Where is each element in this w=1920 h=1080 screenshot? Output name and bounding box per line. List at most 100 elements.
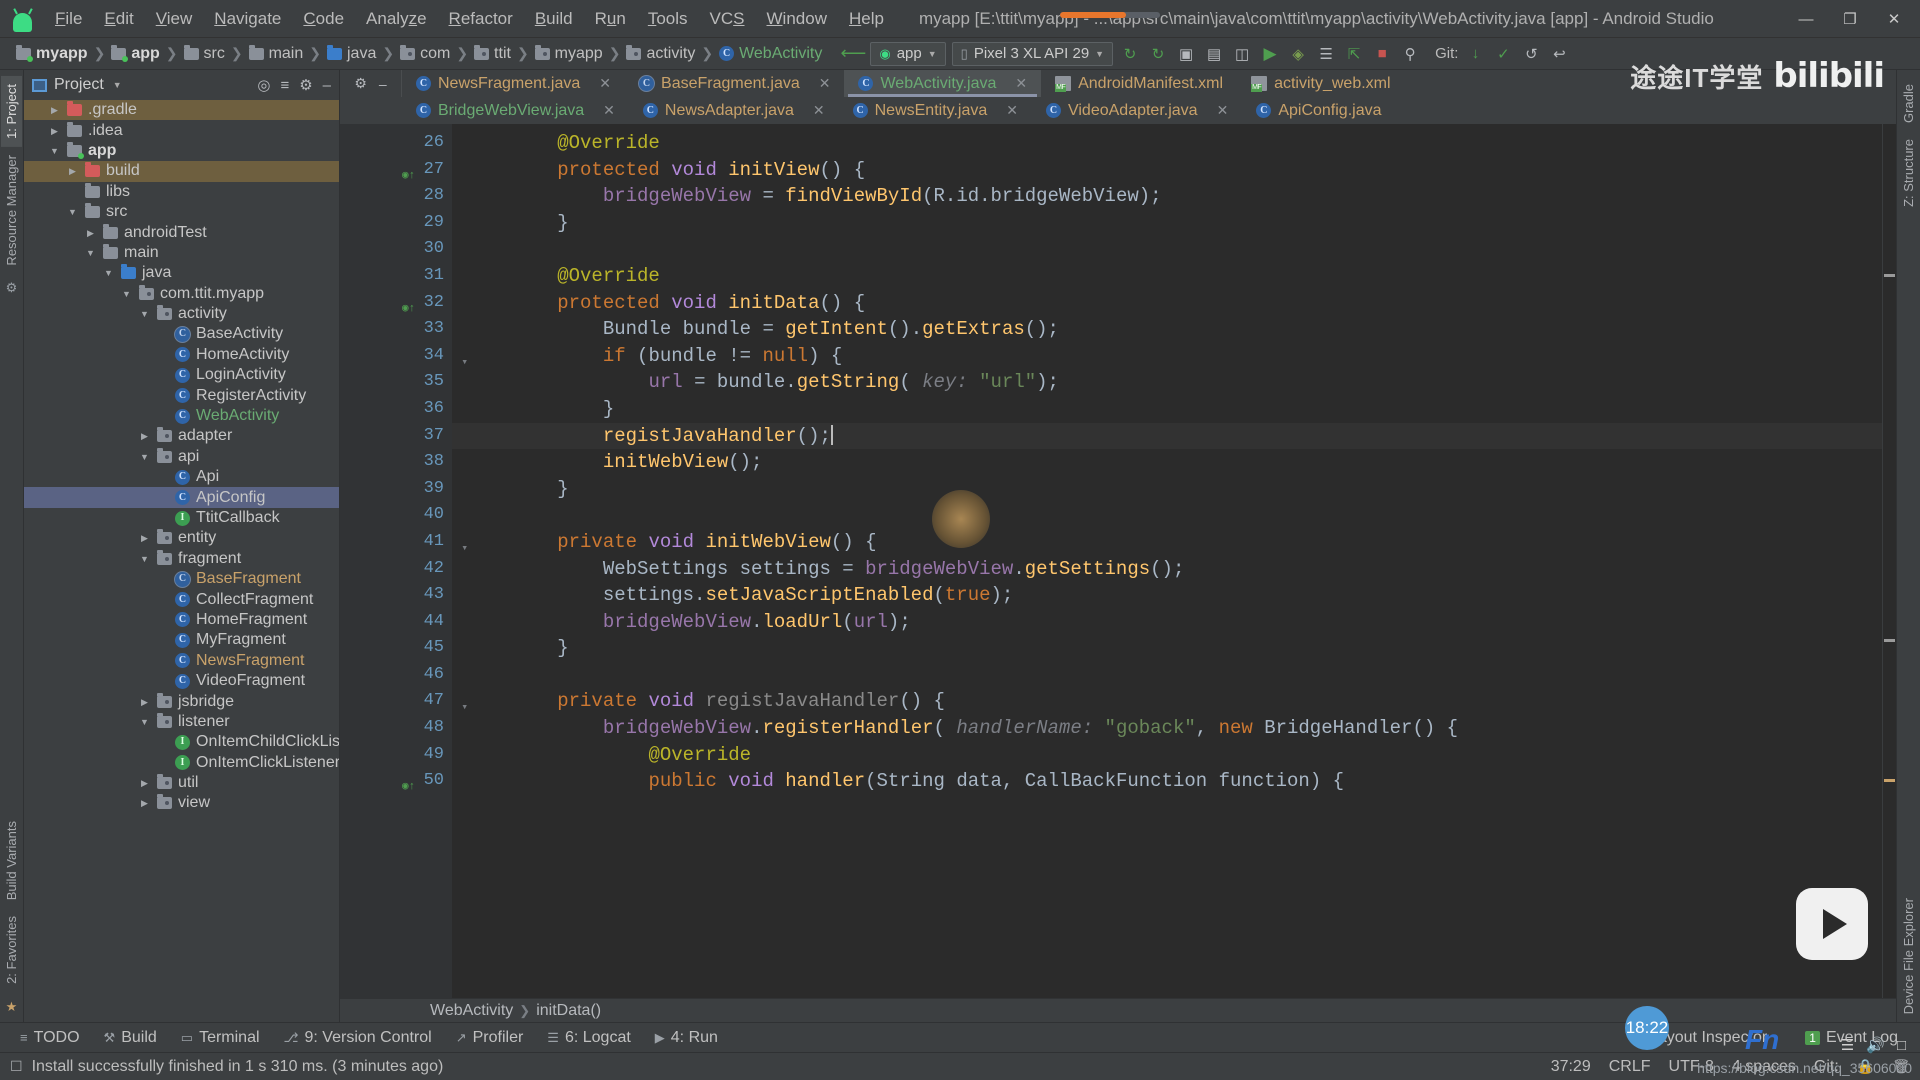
avd-manager-icon[interactable]: ▣ <box>1175 43 1197 65</box>
chevron-down-icon[interactable]: ▼ <box>120 284 133 304</box>
tree-node-myfragment[interactable]: C MyFragment <box>24 630 339 650</box>
close-tab-icon[interactable]: ✕ <box>813 102 825 119</box>
favorites-star-icon[interactable]: ★ <box>6 992 18 1022</box>
tree-node-onitemclicklistener[interactable]: I OnItemClickListener <box>24 753 339 773</box>
tree-node-videofragment[interactable]: C VideoFragment <box>24 671 339 691</box>
tree-node-build[interactable]: ▶ build <box>24 161 339 182</box>
code-line[interactable]: @Override <box>452 263 1882 290</box>
breadcrumb-item-app[interactable]: app <box>109 44 161 63</box>
code-line[interactable]: public void handler(String data, CallBac… <box>452 768 1882 795</box>
gutter-line[interactable]: 31 <box>340 263 452 290</box>
tree-node-java[interactable]: ▼ java <box>24 263 339 283</box>
gutter-line[interactable]: 39 <box>340 476 452 503</box>
code-line[interactable]: settings.setJavaScriptEnabled(true); <box>452 582 1882 609</box>
marker-item[interactable] <box>1884 639 1895 642</box>
code-line[interactable]: } <box>452 210 1882 237</box>
bottom-tab-4-run[interactable]: ▶ 4: Run <box>643 1026 730 1050</box>
chevron-right-icon[interactable]: ▶ <box>84 223 97 243</box>
gutter-line[interactable]: 29 <box>340 210 452 237</box>
code-line[interactable]: @Override <box>452 130 1882 157</box>
marker-item[interactable] <box>1884 274 1895 277</box>
chevron-down-icon[interactable]: ▼ <box>138 712 151 732</box>
tree-node-listener[interactable]: ▼ listener <box>24 712 339 732</box>
git-rollback-icon[interactable]: ↩ <box>1548 43 1570 65</box>
breadcrumb-item-myapp[interactable]: myapp <box>533 44 605 63</box>
code-line[interactable]: url = bundle.getString( key: "url"); <box>452 369 1882 396</box>
editor-tab-webactivity-java[interactable]: C WebActivity.java ✕ <box>844 70 1042 97</box>
menu-analyze[interactable]: Analyze <box>355 5 438 33</box>
gutter-line[interactable]: 42 <box>340 556 452 583</box>
editor-tab-androidmanifest-xml[interactable]: AndroidManifest.xml <box>1041 70 1237 97</box>
editor-settings-icon[interactable]: ⚙ <box>354 75 367 92</box>
gutter-line[interactable]: 26 <box>340 130 452 157</box>
gutter-line[interactable]: 27 ◉↑ <box>340 157 452 184</box>
editor-tab-newsentity-java[interactable]: C NewsEntity.java ✕ <box>839 97 1032 124</box>
tree-node-onitemchildclicklistener[interactable]: I OnItemChildClickListener <box>24 732 339 752</box>
menu-build[interactable]: Build <box>524 5 584 33</box>
module-selector[interactable]: ◉ app ▼ <box>870 41 946 66</box>
code-line[interactable]: if (bundle != null) { <box>452 343 1882 370</box>
bottom-tab-6-logcat[interactable]: ☰ 6: Logcat <box>535 1026 642 1050</box>
tree-node-app[interactable]: ▼ app <box>24 141 339 161</box>
gutter-line[interactable]: 50 ◉↑ <box>340 768 452 795</box>
sync-gradle-icon[interactable]: ↻ <box>1119 43 1141 65</box>
close-button[interactable]: ✕ <box>1872 0 1916 38</box>
line-separator[interactable]: CRLF <box>1609 1058 1651 1076</box>
line-number-gutter[interactable]: 26 27 ◉↑ 28 29 30 31 32 ◉↑ 33 34 ▾ 35 36 37 38 39 40 41 ▾ 42… <box>340 124 468 998</box>
code-line[interactable]: protected void initData() { <box>452 290 1882 317</box>
tree-node-androidtest[interactable]: ▶ androidTest <box>24 222 339 242</box>
project-tree[interactable]: ▶ .gradle ▶ .idea ▼ app ▶ build libs ▼ src ▶ android… <box>24 100 339 1022</box>
tree-node-basefragment[interactable]: C BaseFragment <box>24 569 339 589</box>
breadcrumb-item-myapp[interactable]: myapp <box>14 44 90 63</box>
code-line[interactable]: WebSettings settings = bridgeWebView.get… <box>452 556 1882 583</box>
code-line[interactable]: } <box>452 476 1882 503</box>
menu-edit[interactable]: Edit <box>93 5 144 33</box>
bottom-tab-terminal[interactable]: ▭ Terminal <box>169 1026 272 1050</box>
close-tab-icon[interactable]: ✕ <box>1217 102 1229 119</box>
tree-node-entity[interactable]: ▶ entity <box>24 528 339 548</box>
stop-icon[interactable]: ■ <box>1371 43 1393 65</box>
layout-editor-icon[interactable]: ◫ <box>1231 43 1253 65</box>
close-tab-icon[interactable]: ✕ <box>1006 102 1018 119</box>
chevron-down-icon[interactable]: ▼ <box>84 243 97 263</box>
gutter-line[interactable]: 43 <box>340 582 452 609</box>
gutter-line[interactable]: 40 <box>340 502 452 529</box>
panel-settings-icon[interactable]: ⚙ <box>299 76 312 94</box>
profile-icon[interactable]: ☰ <box>1315 43 1337 65</box>
gutter-line[interactable]: 45 <box>340 635 452 662</box>
bottom-tab-todo[interactable]: ≡ TODO <box>8 1026 92 1050</box>
run-button-icon[interactable]: ▶ <box>1259 43 1281 65</box>
indent-setting[interactable]: 4 spaces <box>1732 1058 1796 1076</box>
code-line[interactable]: private void registJavaHandler() { <box>452 688 1882 715</box>
editor-tab-activity-web-xml[interactable]: activity_web.xml <box>1237 70 1404 97</box>
code-line[interactable]: bridgeWebView.registerHandler( handlerNa… <box>452 715 1882 742</box>
bottom-tab-layout-inspector[interactable]: ▦ Layout Inspector <box>1619 1026 1780 1050</box>
lock-icon[interactable]: 🔒 <box>1857 1058 1874 1075</box>
chevron-right-icon[interactable]: ▶ <box>48 121 61 141</box>
menu-view[interactable]: View <box>145 5 204 33</box>
strip-tab-structure[interactable]: Z: Structure <box>1898 131 1919 215</box>
chevron-down-icon[interactable]: ▼ <box>138 447 151 467</box>
breadcrumb-item-activity[interactable]: activity <box>624 44 697 63</box>
code-line[interactable]: bridgeWebView.loadUrl(url); <box>452 609 1882 636</box>
back-arrow-icon[interactable]: ⟵ <box>840 43 866 65</box>
tree-node-fragment[interactable]: ▼ fragment <box>24 549 339 569</box>
breadcrumb-item-com[interactable]: com <box>398 44 452 63</box>
breadcrumb-method[interactable]: initData() <box>536 1002 601 1020</box>
chevron-down-icon[interactable]: ▼ <box>113 80 122 90</box>
gutter-line[interactable]: 38 <box>340 449 452 476</box>
menu-file[interactable]: File <box>44 5 93 33</box>
gutter-line[interactable]: 37 <box>340 423 452 450</box>
tree-node-apiconfig[interactable]: C ApiConfig <box>24 487 339 508</box>
tree-node-jsbridge[interactable]: ▶ jsbridge <box>24 691 339 711</box>
override-marker-icon[interactable]: ◉↑ <box>402 163 415 182</box>
breadcrumb-item-ttit[interactable]: ttit <box>472 44 513 63</box>
breadcrumb-item-webactivity[interactable]: C WebActivity <box>717 45 824 63</box>
sdk-manager-icon[interactable]: ▤ <box>1203 43 1225 65</box>
code-line[interactable]: registJavaHandler(); <box>452 422 1882 450</box>
code-line[interactable] <box>452 502 1882 529</box>
editor-tab-newsfragment-java[interactable]: C NewsFragment.java ✕ <box>402 70 625 97</box>
editor-tab-apiconfig-java[interactable]: C ApiConfig.java <box>1242 97 1395 124</box>
close-tab-icon[interactable]: ✕ <box>599 75 611 92</box>
close-tab-icon[interactable]: ✕ <box>1015 75 1027 92</box>
